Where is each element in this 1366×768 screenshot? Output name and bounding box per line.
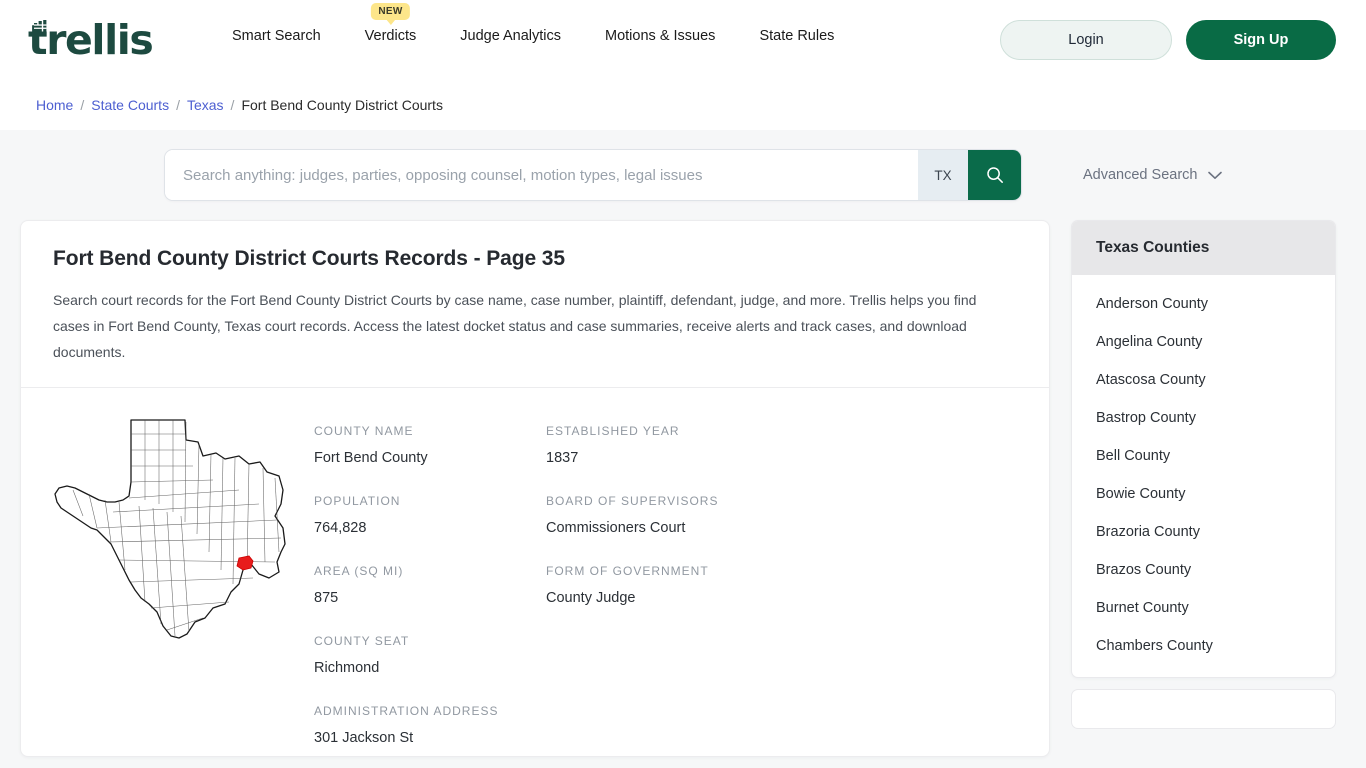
chevron-down-icon	[1208, 171, 1223, 179]
county-fields-left: COUNTY NAME Fort Bend County POPULATION …	[314, 424, 546, 746]
field-label: POPULATION	[314, 494, 401, 508]
records-card-header: Fort Bend County District Courts Records…	[21, 221, 1049, 387]
field-label: AREA (SQ MI)	[314, 564, 404, 578]
nav-item-verdicts[interactable]: NEW Verdicts	[364, 3, 417, 44]
field-form-of-government: FORM OF GOVERNMENT County Judge	[546, 564, 778, 606]
advanced-search-toggle[interactable]: Advanced Search	[1083, 167, 1223, 183]
breadcrumb: Home / State Courts / Texas / Fort Bend …	[0, 80, 1366, 130]
site-header: trellis Smart Search NEW Verdicts Judge …	[0, 0, 1366, 80]
search-input[interactable]	[165, 150, 918, 200]
field-value: County Judge	[546, 590, 636, 606]
search-box: TX	[164, 149, 1022, 201]
sidebar-secondary-card	[1071, 689, 1336, 729]
state-selector-tx[interactable]: TX	[918, 150, 968, 200]
field-value: Commissioners Court	[546, 520, 686, 536]
county-fields-right: ESTABLISHED YEAR 1837 BOARD OF SUPERVISO…	[546, 424, 778, 746]
page-title: Fort Bend County District Courts Records…	[53, 247, 565, 270]
sidebar-item-bastrop-county[interactable]: Bastrop County	[1072, 399, 1335, 437]
field-value: 764,828	[314, 520, 367, 536]
search-band: TX Advanced Search	[0, 130, 1366, 220]
field-administration-address: ADMINISTRATION ADDRESS 301 Jackson St	[314, 704, 546, 746]
login-button[interactable]: Login	[1000, 20, 1172, 60]
texas-county-map-icon	[54, 419, 286, 639]
nav-label: Judge Analytics	[460, 28, 562, 44]
nav-label: Motions & Issues	[605, 28, 716, 44]
county-list: Anderson County Angelina County Atascosa…	[1072, 275, 1335, 677]
field-label: BOARD OF SUPERVISORS	[546, 494, 719, 508]
field-board-of-supervisors: BOARD OF SUPERVISORS Commissioners Court	[546, 494, 778, 536]
nav-item-judge-analytics[interactable]: Judge Analytics	[460, 28, 561, 44]
field-value: 875	[314, 590, 339, 606]
field-area: AREA (SQ MI) 875	[314, 564, 546, 606]
field-label: COUNTY NAME	[314, 424, 414, 438]
new-badge: NEW	[371, 3, 410, 20]
page-body: Fort Bend County District Courts Records…	[0, 220, 1366, 757]
field-value: 301 Jackson St	[314, 730, 414, 746]
auth-actions: Login Sign Up	[1000, 20, 1336, 60]
field-established-year: ESTABLISHED YEAR 1837	[546, 424, 778, 466]
search-submit-button[interactable]	[968, 150, 1021, 200]
nav-label: Smart Search	[232, 28, 321, 44]
sidebar-item-atascosa-county[interactable]: Atascosa County	[1072, 361, 1335, 399]
breadcrumb-separator: /	[176, 97, 180, 113]
sidebar-item-angelina-county[interactable]: Angelina County	[1072, 323, 1335, 361]
field-county-name: COUNTY NAME Fort Bend County	[314, 424, 546, 466]
sidebar-item-bell-county[interactable]: Bell County	[1072, 437, 1335, 475]
signup-button[interactable]: Sign Up	[1186, 20, 1336, 60]
field-value: Richmond	[314, 660, 380, 676]
field-value: Fort Bend County	[314, 450, 428, 466]
nav-item-state-rules[interactable]: State Rules	[759, 28, 834, 44]
field-label: COUNTY SEAT	[314, 634, 410, 648]
sidebar-item-brazos-county[interactable]: Brazos County	[1072, 551, 1335, 589]
field-label: ADMINISTRATION ADDRESS	[314, 704, 499, 718]
nav-item-motions-issues[interactable]: Motions & Issues	[605, 28, 715, 44]
breadcrumb-separator: /	[80, 97, 85, 113]
breadcrumb-item-texas[interactable]: Texas	[187, 97, 224, 113]
sidebar-item-bowie-county[interactable]: Bowie County	[1072, 475, 1335, 513]
sidebar-item-chambers-county[interactable]: Chambers County	[1072, 627, 1335, 665]
field-county-seat: COUNTY SEAT Richmond	[314, 634, 546, 676]
breadcrumb-current: Fort Bend County District Courts	[241, 97, 443, 113]
sidebar-item-anderson-county[interactable]: Anderson County	[1072, 285, 1335, 323]
nav-label: Verdicts	[364, 28, 417, 44]
sidebar-item-burnet-county[interactable]: Burnet County	[1072, 589, 1335, 627]
sidebar: Texas Counties Anderson County Angelina …	[1071, 220, 1336, 729]
field-label: FORM OF GOVERNMENT	[546, 564, 709, 578]
texas-counties-card: Texas Counties Anderson County Angelina …	[1071, 220, 1336, 678]
search-wrapper: TX Advanced Search	[164, 149, 1223, 201]
page-description: Search court records for the Fort Bend C…	[53, 292, 977, 360]
primary-nav: Smart Search NEW Verdicts Judge Analytic…	[232, 3, 834, 44]
field-label: ESTABLISHED YEAR	[546, 424, 680, 438]
breadcrumb-separator: /	[230, 97, 235, 113]
county-detail-area: COUNTY NAME Fort Bend County POPULATION …	[21, 388, 1049, 756]
records-card: Fort Bend County District Courts Records…	[20, 220, 1050, 757]
field-population: POPULATION 764,828	[314, 494, 546, 536]
advanced-search-label: Advanced Search	[1083, 167, 1198, 183]
nav-label: State Rules	[759, 28, 835, 44]
nav-item-smart-search[interactable]: Smart Search	[232, 28, 321, 44]
trellis-mark-icon	[34, 20, 47, 32]
breadcrumb-item-state-courts[interactable]: State Courts	[91, 97, 169, 113]
county-fields: COUNTY NAME Fort Bend County POPULATION …	[314, 410, 1017, 746]
sidebar-item-brazoria-county[interactable]: Brazoria County	[1072, 513, 1335, 551]
search-icon	[986, 167, 1003, 183]
breadcrumb-item-home[interactable]: Home	[36, 97, 73, 113]
county-map	[53, 410, 288, 746]
logo[interactable]: trellis	[28, 18, 154, 62]
field-value: 1837	[546, 450, 579, 466]
sidebar-title: Texas Counties	[1072, 221, 1335, 275]
